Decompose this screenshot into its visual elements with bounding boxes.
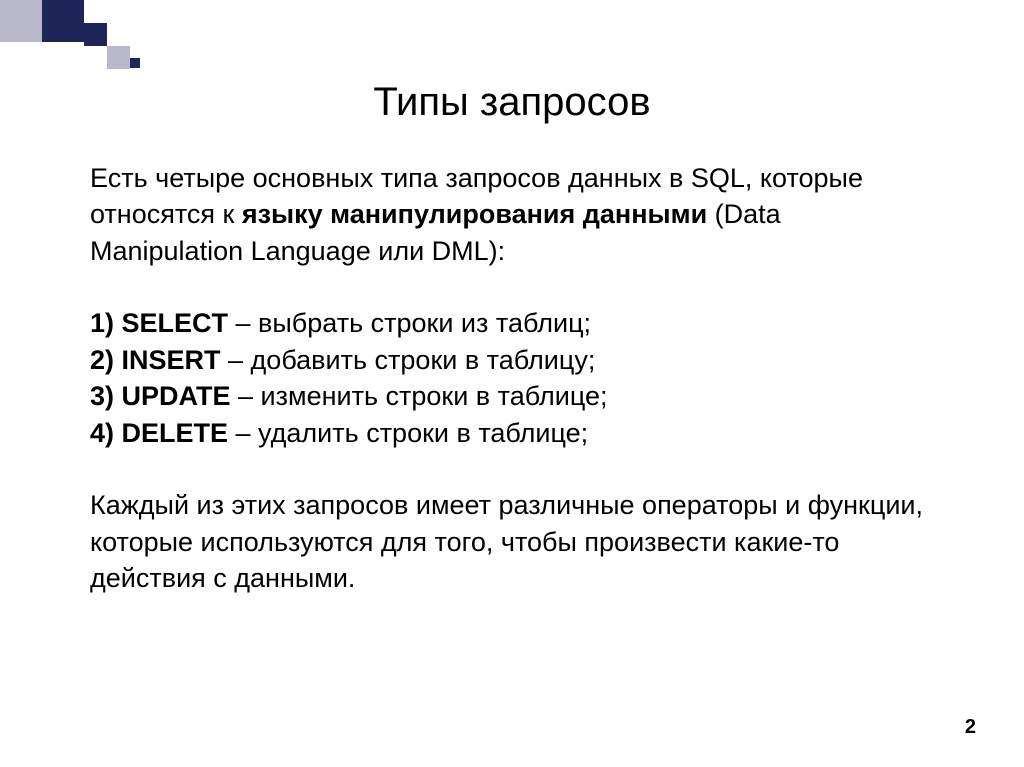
item-term: UPDATE [122,381,231,411]
item-desc: – выбрать строки из таблиц; [228,308,591,338]
item-desc: – добавить строки в таблицу; [221,345,596,375]
slide-content: Типы запросов Есть четыре основных типа … [0,0,1024,672]
intro-paragraph: Есть четыре основных типа запросов данны… [90,160,934,269]
slide-title: Типы запросов [90,80,934,125]
decor-square-light-medium [107,46,130,69]
item-desc: – удалить строки в таблице; [228,418,588,448]
decor-square-dark-medium [84,23,107,46]
list-item: 1) SELECT – выбрать строки из таблиц; [90,305,934,341]
page-number: 2 [965,716,976,739]
item-number: 3) [90,381,122,411]
decor-square-dark-small [130,58,140,68]
item-number: 1) [90,308,122,338]
item-term: SELECT [122,308,229,338]
list-item: 2) INSERT – добавить строки в таблицу; [90,342,934,378]
intro-bold: языку манипулирования данными [242,199,707,229]
decor-square-light-large [0,0,42,42]
list-item: 3) UPDATE – изменить строки в таблице; [90,378,934,414]
query-types-list: 1) SELECT – выбрать строки из таблиц; 2)… [90,305,934,451]
item-term: DELETE [122,418,229,448]
decor-square-dark-large [42,0,84,42]
item-desc: – изменить строки в таблице; [231,381,608,411]
item-number: 4) [90,418,122,448]
content-body: Есть четыре основных типа запросов данны… [90,160,934,596]
item-term: INSERT [122,345,221,375]
item-number: 2) [90,345,122,375]
list-item: 4) DELETE – удалить строки в таблице; [90,415,934,451]
closing-paragraph: Каждый из этих запросов имеет различные … [90,487,934,596]
